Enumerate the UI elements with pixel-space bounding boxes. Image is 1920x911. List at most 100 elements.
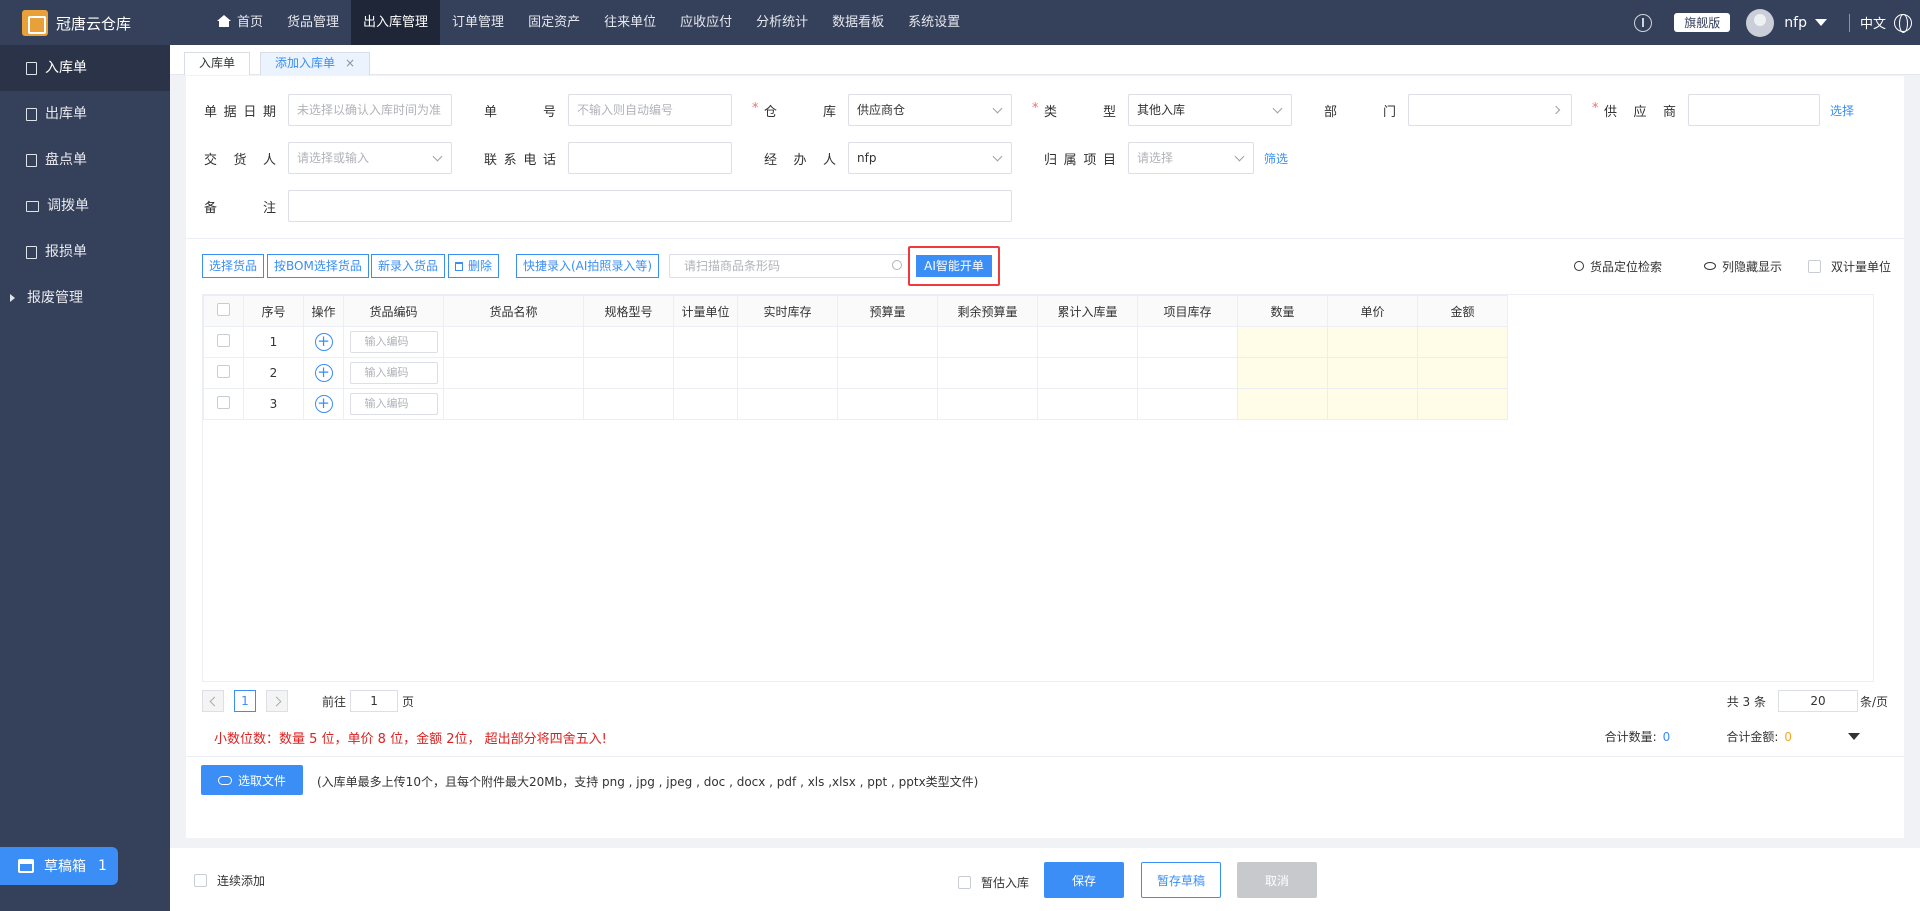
prev-page-icon[interactable]: [202, 690, 224, 712]
form-row-1: 单据日期 未选择以确认入库时间为准 单号 不输入则自动编号 仓库 供应商仓 类型…: [186, 94, 1904, 126]
amount-cell[interactable]: [1417, 357, 1508, 389]
warehouse-select[interactable]: 供应商仓: [848, 94, 1012, 126]
sidebar-item-outbound[interactable]: 出库单: [0, 91, 170, 137]
totals: 合计数量: 0 合计金额: 0: [1605, 728, 1860, 745]
user-caret-icon[interactable]: [1814, 19, 1827, 26]
save-button[interactable]: 保存: [1044, 862, 1124, 898]
page-size-input[interactable]: 20: [1777, 690, 1858, 712]
select-file-button[interactable]: 选取文件: [201, 765, 303, 795]
goods-code-input[interactable]: 输入编码: [349, 393, 438, 415]
nav-analysis[interactable]: 分析统计: [744, 0, 820, 45]
nav-dashboard[interactable]: 数据看板: [820, 0, 896, 45]
supplier-select-link[interactable]: 选择: [1830, 102, 1854, 119]
nav-home[interactable]: 首页: [205, 0, 275, 45]
number-input[interactable]: 不输入则自动编号: [568, 94, 732, 126]
app-logo[interactable]: 冠唐云仓库: [22, 10, 131, 36]
cancel-button[interactable]: 取消: [1237, 862, 1317, 898]
next-page-icon[interactable]: [266, 690, 288, 712]
estimate-inbound-toggle[interactable]: 暂估入库: [958, 874, 1029, 891]
new-goods-button[interactable]: 新录入货品: [371, 254, 446, 278]
quantity-cell[interactable]: [1237, 357, 1328, 389]
quick-entry-button[interactable]: 快捷录入(AI拍照录入等): [516, 254, 660, 278]
nav-assets[interactable]: 固定资产: [516, 0, 592, 45]
continuous-add-checkbox[interactable]: [194, 874, 207, 887]
deliverer-select[interactable]: 请选择或输入: [288, 142, 452, 174]
total-count: 共 3 条: [1726, 694, 1766, 709]
power-icon[interactable]: [1634, 13, 1653, 32]
field-project: 归属项目 请选择 筛选: [1044, 142, 1288, 174]
unit-price-cell[interactable]: [1327, 326, 1418, 358]
amount-cell[interactable]: [1417, 326, 1508, 358]
header-select-all[interactable]: [203, 295, 244, 327]
close-icon[interactable]: ×: [345, 53, 355, 74]
sidebar-item-transfer[interactable]: 调拨单: [0, 183, 170, 229]
unit-price-cell[interactable]: [1327, 388, 1418, 420]
sidebar: 入库单 出库单 盘点单 调拨单 报损单 报废管理: [0, 45, 170, 911]
add-row-icon[interactable]: +: [314, 364, 333, 382]
nav-receivables[interactable]: 应收应付: [668, 0, 744, 45]
draft-box-button[interactable]: 草稿箱 1: [0, 847, 118, 885]
estimate-inbound-checkbox[interactable]: [958, 876, 971, 889]
row-checkbox[interactable]: [217, 334, 230, 347]
date-input[interactable]: 未选择以确认入库时间为准: [288, 94, 452, 126]
sidebar-item-inbound[interactable]: 入库单: [0, 45, 170, 91]
remark-input[interactable]: [288, 190, 1012, 222]
ai-smart-order-button[interactable]: AI智能开单: [916, 255, 992, 277]
goto-page-input[interactable]: 1: [350, 690, 399, 712]
sidebar-item-scrap[interactable]: 报废管理: [0, 275, 170, 321]
quantity-cell[interactable]: [1237, 388, 1328, 420]
supplier-input[interactable]: [1688, 94, 1820, 126]
unit-price-cell[interactable]: [1327, 357, 1418, 389]
phone-input[interactable]: [568, 142, 732, 174]
nav-goods[interactable]: 货品管理: [275, 0, 351, 45]
column-visibility-button[interactable]: 列隐藏显示: [1704, 254, 1782, 278]
language-switch[interactable]: 中文: [1860, 13, 1886, 32]
inbox-icon: [18, 859, 34, 873]
tab-add-inbound[interactable]: 添加入库单 ×: [260, 52, 371, 75]
continuous-add-toggle[interactable]: 连续添加: [194, 872, 265, 889]
goods-code-input[interactable]: 输入编码: [349, 362, 438, 384]
nav-orders[interactable]: 订单管理: [440, 0, 516, 45]
nav-settings[interactable]: 系统设置: [896, 0, 972, 45]
quantity-cell[interactable]: [1237, 326, 1328, 358]
goods-code-input[interactable]: 输入编码: [349, 331, 438, 353]
row-checkbox[interactable]: [217, 365, 230, 378]
form-row-2: 交货人 请选择或输入 联系电话 经办人 nfp 归属项目 请选择 筛选: [186, 142, 1904, 174]
avatar[interactable]: [1746, 8, 1775, 37]
document-icon: [26, 153, 37, 167]
locate-goods-button[interactable]: 货品定位检索: [1574, 254, 1662, 278]
field-phone: 联系电话: [484, 142, 732, 174]
sidebar-item-stocktake[interactable]: 盘点单: [0, 137, 170, 183]
divider: [1848, 13, 1850, 32]
row-checkbox[interactable]: [217, 396, 230, 409]
globe-icon[interactable]: [1894, 13, 1912, 33]
select-goods-button[interactable]: 选择货品: [202, 254, 265, 278]
sidebar-item-damage[interactable]: 报损单: [0, 229, 170, 275]
delete-button[interactable]: 删除: [448, 254, 500, 278]
bom-select-button[interactable]: 按BOM选择货品: [267, 254, 369, 278]
amount-cell[interactable]: [1417, 388, 1508, 420]
barcode-scan-input[interactable]: 请扫描商品条形码: [669, 254, 909, 278]
tab-inbound-list[interactable]: 入库单: [184, 52, 251, 75]
project-select[interactable]: 请选择: [1128, 142, 1254, 174]
add-row-icon[interactable]: +: [314, 395, 333, 413]
dual-unit-checkbox[interactable]: [1808, 259, 1821, 273]
department-select[interactable]: [1408, 94, 1572, 126]
expand-arrow-icon: [10, 294, 15, 302]
type-select[interactable]: 其他入库: [1128, 94, 1292, 126]
nav-partners[interactable]: 往来单位: [592, 0, 668, 45]
expand-totals-icon[interactable]: [1848, 733, 1860, 740]
user-name[interactable]: nfp: [1784, 15, 1807, 31]
nav-inout[interactable]: 出入库管理: [351, 0, 441, 45]
project-filter-link[interactable]: 筛选: [1264, 150, 1288, 167]
save-draft-button[interactable]: 暂存草稿: [1141, 862, 1221, 898]
add-row-icon[interactable]: +: [314, 333, 333, 351]
table-row: 1 + 输入编码: [203, 326, 1508, 358]
eye-icon: [1704, 262, 1716, 270]
handler-select[interactable]: nfp: [848, 142, 1012, 174]
dual-unit-toggle[interactable]: 双计量单位: [1808, 254, 1891, 278]
logo-icon: [22, 10, 48, 36]
app-title: 冠唐云仓库: [56, 14, 132, 33]
select-all-checkbox[interactable]: [217, 303, 230, 316]
page-number[interactable]: 1: [234, 690, 256, 712]
